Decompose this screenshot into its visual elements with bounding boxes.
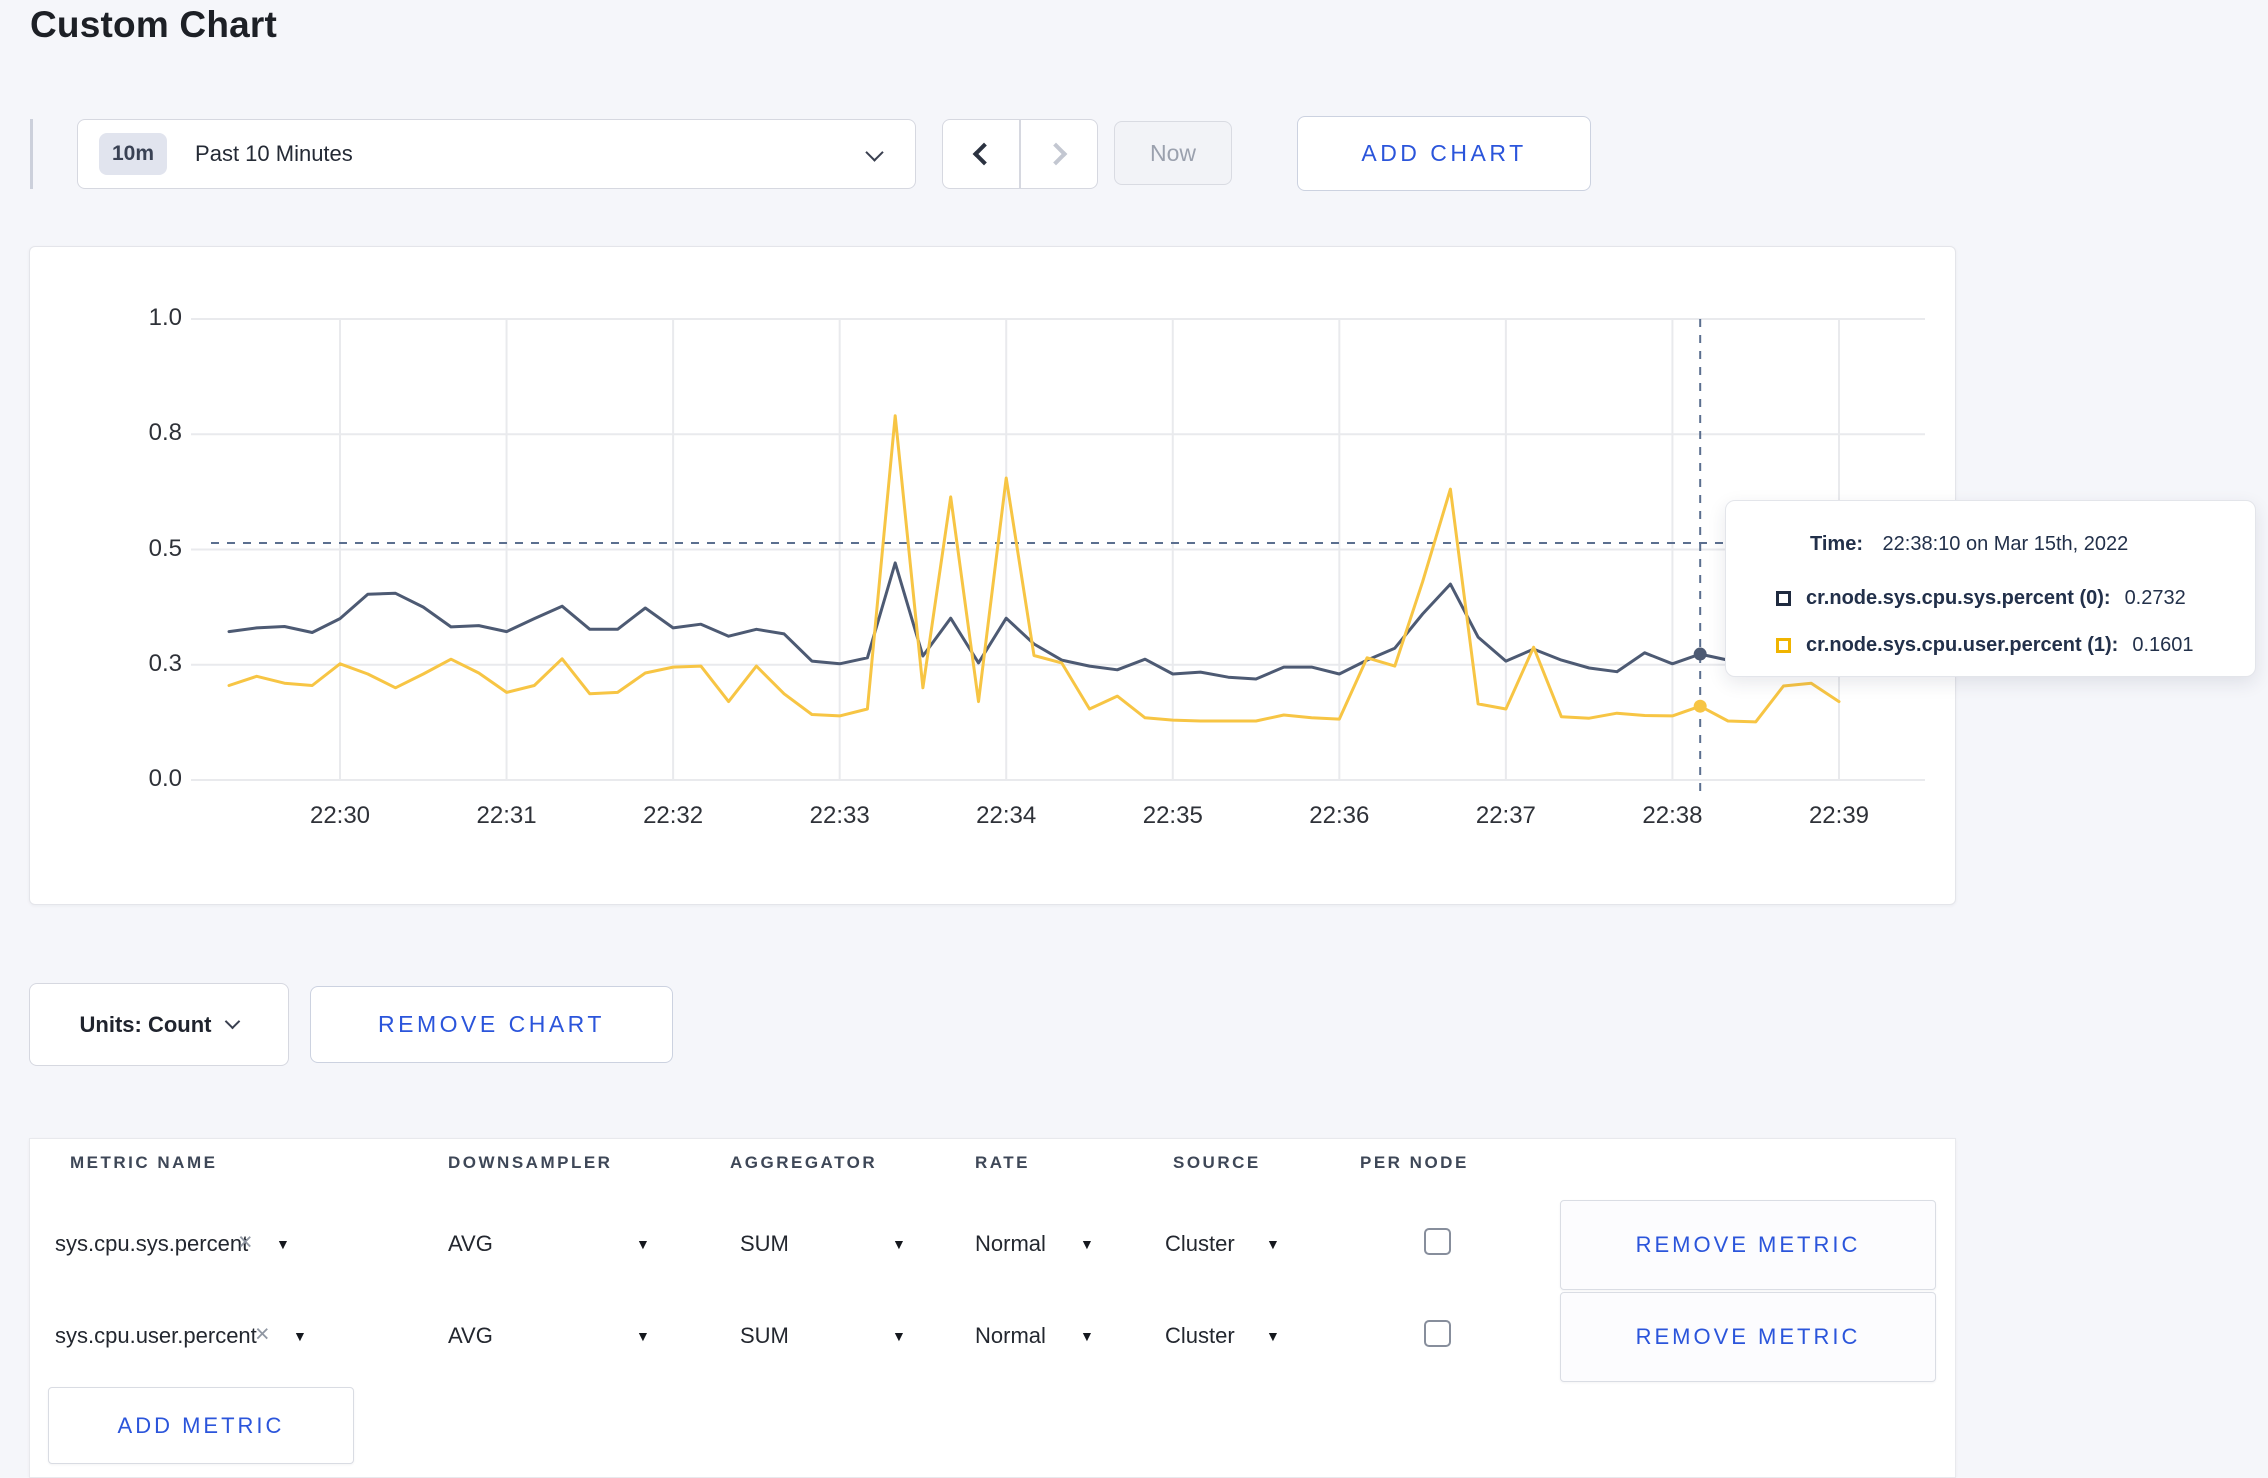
aggregator-caret-icon[interactable]: ▼ bbox=[892, 1236, 906, 1252]
time-range-badge: 10m bbox=[99, 133, 168, 175]
remove-chart-button[interactable]: REMOVE CHART bbox=[310, 986, 673, 1063]
y-tick-label: 0.0 bbox=[148, 765, 182, 792]
per-node-checkbox[interactable] bbox=[1424, 1320, 1451, 1347]
remove-metric-button[interactable]: REMOVE METRIC bbox=[1560, 1292, 1936, 1382]
clear-metric-icon[interactable]: × bbox=[255, 1320, 270, 1349]
chevron-down-icon bbox=[225, 1013, 241, 1030]
next-time-button[interactable] bbox=[1021, 120, 1097, 188]
col-header-rate: RATE bbox=[975, 1153, 1031, 1172]
tooltip-series-name: cr.node.sys.cpu.sys.percent (0): bbox=[1806, 587, 2111, 609]
y-tick-label: 1.0 bbox=[148, 304, 182, 331]
col-header-downsampler: DOWNSAMPLER bbox=[448, 1153, 613, 1172]
tooltip-series-row: cr.node.sys.cpu.sys.percent (0): 0.2732 bbox=[1776, 587, 2186, 610]
col-header-per-node: PER NODE bbox=[1360, 1153, 1469, 1172]
aggregator-select[interactable]: SUM bbox=[740, 1231, 789, 1257]
x-tick-label: 22:39 bbox=[1808, 802, 1870, 829]
y-tick-label: 0.3 bbox=[148, 649, 182, 677]
x-tick-label: 22:30 bbox=[309, 802, 371, 829]
source-caret-icon[interactable]: ▼ bbox=[1266, 1236, 1280, 1252]
time-window-pager bbox=[942, 119, 1098, 189]
add-metric-button[interactable]: ADD METRIC bbox=[48, 1387, 354, 1464]
x-tick-label: 22:37 bbox=[1475, 802, 1536, 829]
y-tick-label: 0.8 bbox=[148, 419, 182, 447]
chevron-down-icon bbox=[865, 143, 884, 162]
x-tick-label: 22:34 bbox=[976, 802, 1037, 829]
tooltip-time-value: 22:38:10 on Mar 15th, 2022 bbox=[1882, 533, 2129, 555]
metric-name-value[interactable]: sys.cpu.sys.percent bbox=[55, 1231, 248, 1257]
y-tick-label: 0.5 bbox=[148, 534, 182, 562]
rate-caret-icon[interactable]: ▼ bbox=[1080, 1236, 1094, 1252]
col-header-source: SOURCE bbox=[1173, 1153, 1261, 1172]
downsampler-select[interactable]: AVG bbox=[448, 1323, 493, 1349]
add-chart-button[interactable]: ADD CHART bbox=[1297, 116, 1591, 191]
source-caret-icon[interactable]: ▼ bbox=[1266, 1328, 1280, 1344]
page-title: Custom Chart bbox=[30, 4, 278, 45]
tooltip-series-value: 0.2732 bbox=[2124, 587, 2186, 609]
downsampler-select[interactable]: AVG bbox=[448, 1231, 493, 1257]
source-select[interactable]: Cluster bbox=[1165, 1231, 1235, 1257]
chevron-left-icon bbox=[972, 142, 996, 166]
x-tick-label: 22:33 bbox=[809, 802, 870, 829]
rate-caret-icon[interactable]: ▼ bbox=[1080, 1328, 1094, 1344]
clear-metric-icon[interactable]: × bbox=[238, 1228, 253, 1257]
source-select[interactable]: Cluster bbox=[1165, 1323, 1235, 1349]
metric-name-value[interactable]: sys.cpu.user.percent bbox=[55, 1323, 257, 1349]
rate-select[interactable]: Normal bbox=[975, 1323, 1046, 1349]
chart-tooltip: Time: 22:38:10 on Mar 15th, 2022 cr.node… bbox=[1725, 500, 2256, 677]
now-button[interactable]: Now bbox=[1114, 121, 1232, 185]
x-tick-label: 22:38 bbox=[1642, 802, 1703, 829]
aggregator-select[interactable]: SUM bbox=[740, 1323, 789, 1349]
chart-card: 0.0 0.3 0.5 0.8 1.0 22:30 22:31 22:32 22:33 22:3… bbox=[29, 246, 1956, 905]
time-range-dropdown[interactable]: 10m Past 10 Minutes bbox=[77, 119, 916, 189]
metric-caret-icon[interactable]: ▼ bbox=[293, 1328, 307, 1344]
per-node-checkbox[interactable] bbox=[1424, 1228, 1451, 1255]
units-label: Units: Count bbox=[79, 1011, 212, 1037]
x-tick-label: 22:35 bbox=[1142, 802, 1203, 829]
units-dropdown[interactable]: Units: Count bbox=[29, 983, 289, 1066]
chevron-right-icon bbox=[1044, 142, 1068, 166]
aggregator-caret-icon[interactable]: ▼ bbox=[892, 1328, 906, 1344]
tooltip-series-row: cr.node.sys.cpu.user.percent (1): 0.1601 bbox=[1776, 634, 2194, 657]
tooltip-series-name: cr.node.sys.cpu.user.percent (1): bbox=[1806, 634, 2119, 656]
tooltip-series-value: 0.1601 bbox=[2132, 634, 2194, 656]
rate-select[interactable]: Normal bbox=[975, 1231, 1046, 1257]
col-header-aggregator: AGGREGATOR bbox=[730, 1153, 878, 1172]
downsampler-caret-icon[interactable]: ▼ bbox=[636, 1236, 650, 1252]
x-tick-label: 22:31 bbox=[476, 802, 537, 829]
x-tick-label: 22:36 bbox=[1309, 802, 1370, 829]
x-tick-label: 22:32 bbox=[643, 802, 704, 829]
col-header-metric-name: METRIC NAME bbox=[70, 1153, 218, 1172]
metric-caret-icon[interactable]: ▼ bbox=[276, 1236, 290, 1252]
prev-time-button[interactable] bbox=[943, 120, 1019, 188]
series-swatch-icon bbox=[1776, 638, 1791, 653]
downsampler-caret-icon[interactable]: ▼ bbox=[636, 1328, 650, 1344]
time-range-label: Past 10 Minutes bbox=[195, 141, 353, 166]
tooltip-time-row: Time: 22:38:10 on Mar 15th, 2022 bbox=[1810, 533, 2128, 556]
toolbar-left-divider bbox=[30, 119, 33, 189]
tooltip-time-label: Time: bbox=[1810, 533, 1863, 555]
remove-metric-button[interactable]: REMOVE METRIC bbox=[1560, 1200, 1936, 1290]
series-swatch-icon bbox=[1776, 591, 1791, 606]
